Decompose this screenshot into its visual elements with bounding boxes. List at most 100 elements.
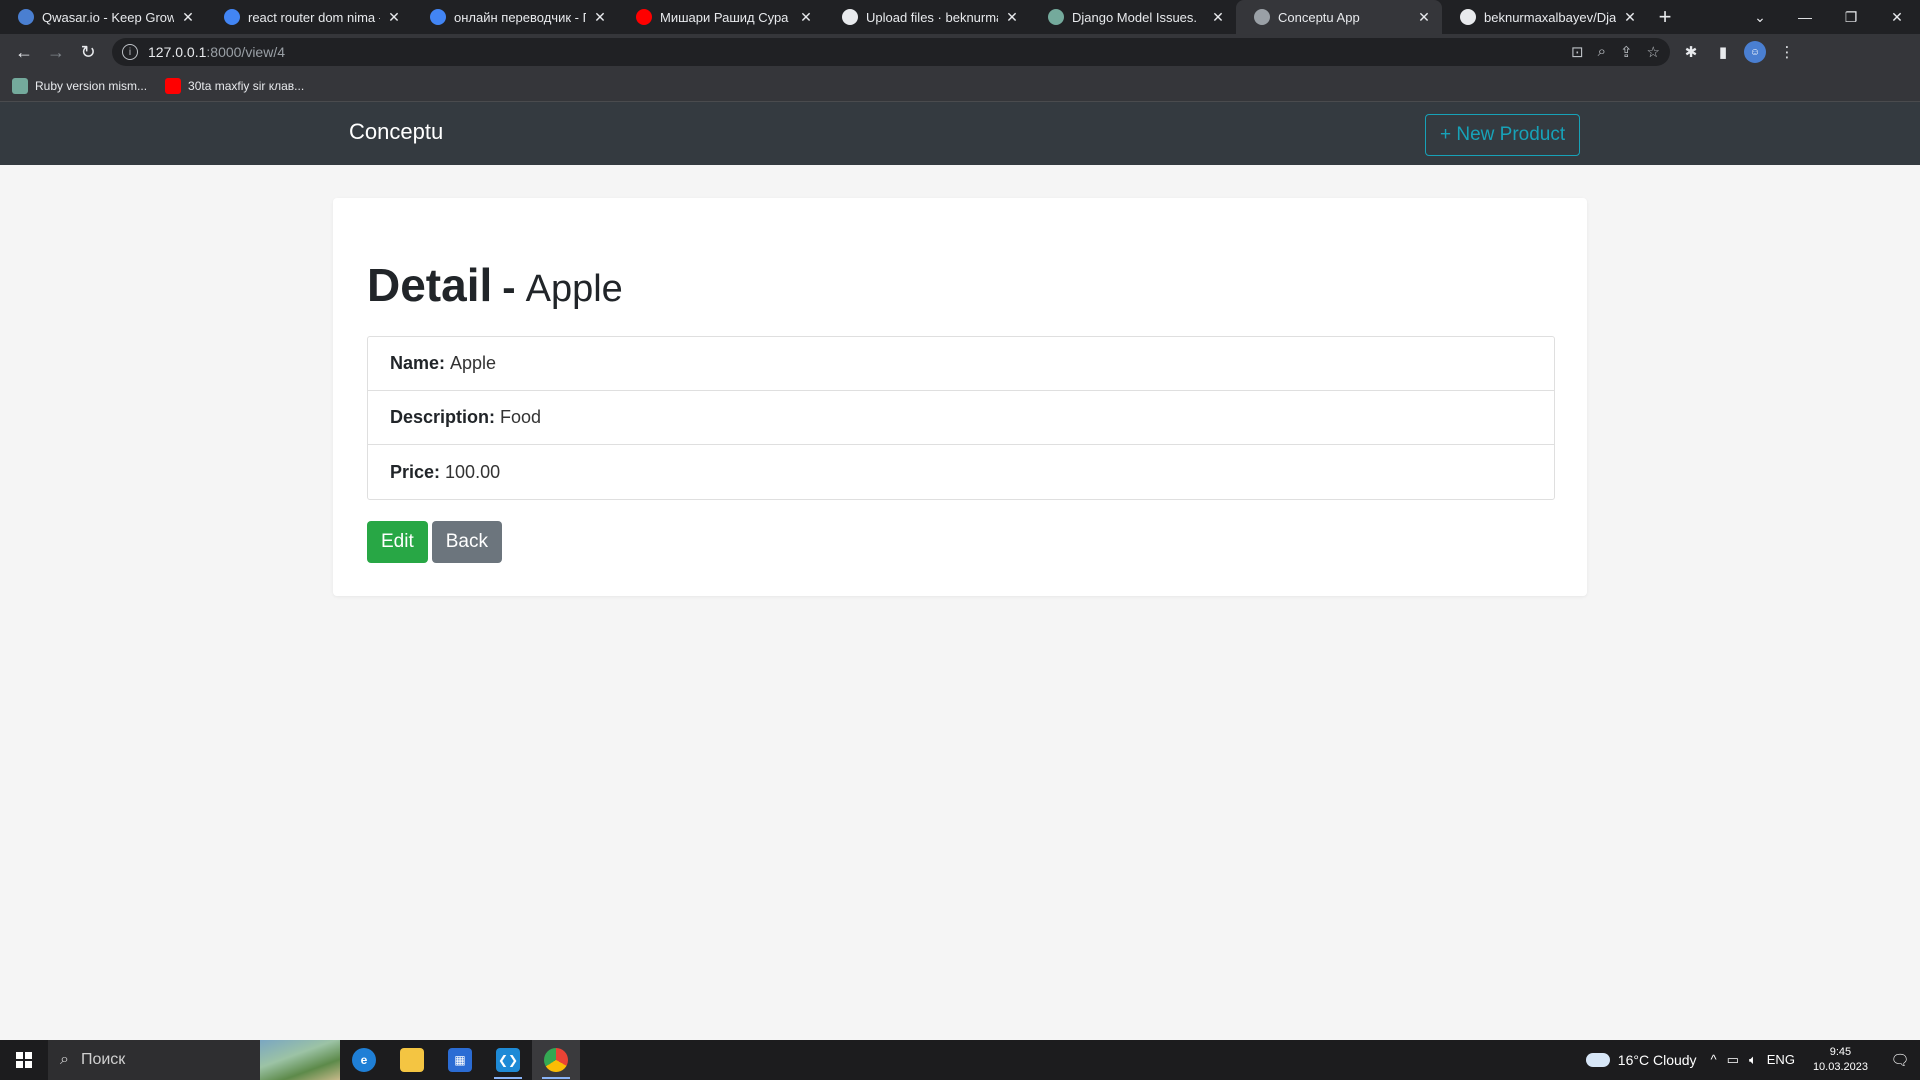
cloud-icon (1585, 1053, 1610, 1067)
reload-icon[interactable]: ↻ (72, 36, 104, 68)
clock-date: 10.03.2023 (1812, 1061, 1868, 1073)
tab-title: Django Model Issues. (1072, 9, 1198, 25)
brand-link[interactable]: Conceptu (349, 119, 443, 145)
field-value: Apple (450, 353, 497, 373)
share-icon[interactable]: ⇪ (1620, 43, 1633, 61)
zoom-icon[interactable]: ⌕ (1598, 43, 1606, 61)
field-name: Name: Apple (368, 337, 1554, 391)
system-tray: 16°C Cloudy ^ ▭ 🔈︎ ENG 9:45 10.03.2023 🗨… (1585, 1040, 1920, 1080)
google-icon (430, 9, 446, 25)
tab-6[interactable]: Django Model Issues. ✕ (1030, 0, 1236, 34)
clock[interactable]: 9:45 10.03.2023 (1813, 1045, 1868, 1075)
chrome-icon (544, 1048, 568, 1072)
google-icon (224, 9, 240, 25)
bookmark-label: Ruby version mism... (35, 78, 148, 93)
close-window-icon[interactable]: ✕ (1874, 0, 1920, 34)
field-value: 100.00 (445, 461, 501, 482)
page-title: Detail - Apple (367, 258, 623, 312)
minimize-icon[interactable]: — (1782, 0, 1828, 34)
new-product-button[interactable]: + New Product (1425, 114, 1581, 156)
back-arrow-icon[interactable]: ← (8, 36, 40, 68)
taskbar-vscode[interactable]: ❮❯ (484, 1040, 532, 1080)
github-icon (842, 9, 858, 25)
restore-icon[interactable]: ❐ (1828, 0, 1874, 34)
network-icon[interactable]: ▭ (1727, 1052, 1739, 1068)
window-controls: — ❐ ✕ (1782, 0, 1920, 34)
taskbar-edge[interactable]: e (340, 1040, 388, 1080)
url-host: 127.0.0.1 (148, 44, 207, 60)
forward-arrow-icon[interactable]: → (40, 36, 72, 68)
field-label: Price: (390, 461, 441, 482)
notification-icon[interactable]: 🗨︎ (1880, 1051, 1920, 1069)
language-indicator[interactable]: ENG (1767, 1052, 1795, 1068)
taskbar-store[interactable]: ▦ (436, 1040, 484, 1080)
chevron-up-icon[interactable]: ^ (1711, 1052, 1717, 1068)
windows-taskbar: ⌕ Поиск e ▦ ❮❯ 16°C Cloudy ^ ▭ 🔈︎ ENG 9:… (0, 1040, 1920, 1080)
chatgpt-icon (1048, 9, 1064, 25)
windows-logo-icon (16, 1052, 32, 1068)
edit-button[interactable]: Edit (367, 521, 428, 563)
field-description: Description: Food (368, 391, 1554, 445)
field-value: Food (500, 407, 542, 427)
volume-icon[interactable]: 🔈︎ (1749, 1052, 1757, 1068)
tab-close-icon[interactable]: ✕ (1210, 9, 1226, 26)
translate-icon[interactable]: ⊡ (1571, 43, 1584, 61)
github-icon (1460, 9, 1476, 25)
tab-3[interactable]: онлайн переводчик - Поиск ✕ (412, 0, 618, 34)
taskbar-search[interactable]: ⌕ Поиск (48, 1040, 340, 1080)
bookmark-item[interactable]: Ruby version mism... (12, 77, 148, 94)
bookmark-item[interactable]: 30ta maxfiy sir клав... (165, 77, 305, 94)
tab-title: Мишари Рашид Сура Ясин (660, 9, 792, 25)
tab-search-icon[interactable]: ⌄ (1740, 0, 1780, 34)
tab-close-icon[interactable]: ✕ (180, 9, 196, 26)
tab-close-icon[interactable]: ✕ (592, 9, 608, 26)
tab-close-icon[interactable]: ✕ (798, 9, 814, 26)
tab-7[interactable]: Conceptu App ✕ (1236, 0, 1442, 34)
clock-time: 9:45 (1829, 1046, 1852, 1058)
field-label: Name: (390, 353, 446, 373)
chatgpt-icon (12, 77, 28, 94)
tray-icons: ^ ▭ 🔈︎ ENG (1711, 1052, 1795, 1068)
title-main: Detail (367, 259, 493, 311)
tab-4[interactable]: Мишари Рашид Сура Ясин ✕ (618, 0, 824, 34)
new-tab-button[interactable]: + (1648, 0, 1682, 34)
tab-8[interactable]: beknurmaxalbayev/Django ✕ (1442, 0, 1648, 34)
extensions-icon[interactable]: ✱ (1680, 41, 1702, 63)
site-info-icon[interactable]: i (122, 44, 138, 60)
weather-text: 16°C Cloudy (1617, 1052, 1697, 1068)
bookmark-star-icon[interactable]: ☆ (1647, 43, 1660, 61)
tab-1[interactable]: Qwasar.io - Keep Growing ✕ (0, 0, 206, 34)
tab-close-icon[interactable]: ✕ (386, 9, 402, 26)
taskbar-explorer[interactable] (388, 1040, 436, 1080)
folder-icon (400, 1048, 424, 1072)
profile-avatar[interactable]: ☺ (1744, 41, 1766, 63)
tab-close-icon[interactable]: ✕ (1004, 9, 1020, 26)
tab-title: Conceptu App (1278, 9, 1360, 25)
tab-close-icon[interactable]: ✕ (1622, 9, 1638, 26)
weather-widget[interactable]: 16°C Cloudy (1585, 1052, 1697, 1068)
side-panel-icon[interactable]: ▮ (1712, 41, 1734, 63)
menu-kebab-icon[interactable]: ⋮ (1776, 41, 1798, 63)
tab-close-icon[interactable]: ✕ (1416, 9, 1432, 26)
qwasar-icon (18, 9, 34, 25)
youtube-icon (165, 77, 182, 94)
detail-card: Detail - Apple Name: Apple Description: … (333, 198, 1587, 596)
address-bar[interactable]: i 127.0.0.1:8000/view/4 ⊡ ⌕ ⇪ ☆ (112, 38, 1670, 66)
taskbar-chrome[interactable] (532, 1040, 580, 1080)
browser-toolbar: ← → ↻ i 127.0.0.1:8000/view/4 ⊡ ⌕ ⇪ ☆ ✱ … (0, 34, 1920, 70)
start-button[interactable] (0, 1040, 48, 1080)
back-button[interactable]: Back (431, 521, 502, 563)
globe-icon (1254, 9, 1270, 25)
page-viewport: Conceptu + New Product Detail - Apple Na… (0, 102, 1920, 1040)
tab-2[interactable]: react router dom nima - Поиск ✕ (206, 0, 412, 34)
field-price: Price: 100.00 (368, 445, 1554, 499)
field-label: Description: (390, 407, 496, 427)
bookmark-label: 30ta maxfiy sir клав... (188, 78, 305, 93)
tab-title: онлайн переводчик - Поиск (454, 9, 586, 25)
detail-list: Name: Apple Description: Food Price: 100… (367, 336, 1555, 500)
tab-title: react router dom nima - Поиск (248, 9, 380, 25)
taskbar-apps: e ▦ ❮❯ (340, 1040, 580, 1080)
tab-5[interactable]: Upload files · beknurmaxalbayev ✕ (824, 0, 1030, 34)
search-placeholder: Поиск (80, 1051, 126, 1068)
action-buttons: Edit Back (367, 521, 502, 563)
